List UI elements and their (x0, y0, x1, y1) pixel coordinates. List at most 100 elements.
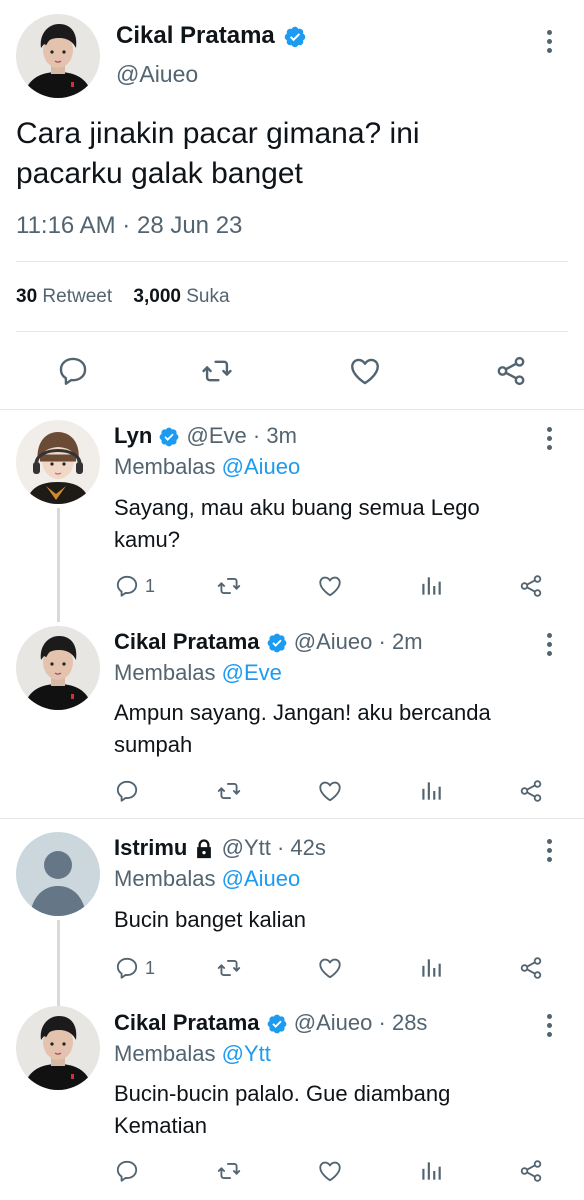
replying-prefix: Membalas (114, 454, 216, 479)
retweet-icon[interactable] (216, 778, 242, 804)
handle[interactable]: @Aiueo (116, 61, 198, 88)
avatar[interactable] (16, 626, 100, 710)
share-icon[interactable] (518, 573, 544, 599)
thread-line (57, 920, 60, 1006)
reply-icon[interactable] (114, 778, 140, 804)
reply-header: Cikal Pratama @Aiueo · 2m (114, 629, 423, 655)
reply-text-line: Ampun sayang. Jangan! aku bercanda (114, 700, 491, 725)
verified-badge-icon (266, 1013, 288, 1035)
display-name[interactable]: Lyn (114, 423, 152, 448)
reply-icon[interactable] (114, 955, 140, 981)
analytics-icon[interactable] (418, 1158, 444, 1184)
verified-badge-icon (158, 426, 180, 448)
reply-icon[interactable] (56, 354, 90, 388)
reply-header: Lyn @Eve · 3m (114, 423, 297, 449)
tweet-date: 28 Jun 23 (136, 212, 243, 239)
more-icon[interactable] (545, 839, 553, 865)
retweet-count: 30 (16, 286, 38, 307)
replying-prefix: Membalas (114, 866, 216, 891)
replying-prefix: Membalas (114, 1041, 216, 1066)
share-icon[interactable] (518, 778, 544, 804)
mention-link[interactable]: @Ytt (222, 1041, 271, 1066)
mention-link[interactable]: @Eve (222, 660, 282, 685)
retweet-icon[interactable] (216, 955, 242, 981)
reply-text-line: Kematian (114, 1113, 207, 1138)
share-icon[interactable] (494, 354, 528, 388)
author-line: Cikal Pratama (116, 22, 307, 50)
divider (16, 331, 568, 332)
replying-to: Membalas @Ytt (114, 1041, 271, 1067)
lock-icon (193, 838, 215, 860)
tweet-text-line: pacarku galak banget (16, 157, 303, 190)
retweet-icon[interactable] (216, 1158, 242, 1184)
reply-time: · 2m (378, 629, 423, 654)
tweet-text-line: Cara jinakin pacar gimana? ini (16, 117, 420, 150)
avatar[interactable] (16, 1006, 100, 1090)
more-icon[interactable] (545, 427, 553, 453)
engagement-stats: 30 Retweet 3,000 Suka (16, 286, 230, 308)
verified-badge-icon (266, 632, 288, 654)
reply-time: · 28s (378, 1010, 428, 1035)
replying-to: Membalas @Aiueo (114, 454, 300, 480)
share-icon[interactable] (518, 955, 544, 981)
reply-header: Istrimu @Ytt · 42s (114, 835, 326, 861)
reply-header: Cikal Pratama @Aiueo · 28s (114, 1010, 427, 1036)
reply-count: 1 (145, 576, 156, 596)
retweet-icon[interactable] (216, 573, 242, 599)
avatar[interactable] (16, 832, 100, 916)
reply-text-line: kamu? (114, 527, 181, 552)
display-name[interactable]: Cikal Pratama (116, 22, 275, 49)
analytics-icon[interactable] (418, 955, 444, 981)
mention-link[interactable]: @Aiueo (222, 454, 301, 479)
retweet-stat[interactable]: 30 Retweet (16, 286, 112, 307)
avatar[interactable] (16, 14, 100, 98)
reply-icon[interactable] (114, 1158, 140, 1184)
timestamp[interactable]: 11:16 AM · 28 Jun 23 (16, 212, 242, 240)
retweet-label: Retweet (42, 286, 113, 307)
display-name[interactable]: Istrimu (114, 835, 187, 860)
reply-time: · 42s (276, 835, 326, 860)
reply-text-line: Bucin banget kalian (114, 907, 307, 932)
reply-text-line: sumpah (114, 732, 193, 757)
reply-text-line: Sayang, mau aku buang semua Lego (114, 495, 480, 520)
thread-line (57, 508, 60, 622)
analytics-icon[interactable] (418, 573, 444, 599)
display-name[interactable]: Cikal Pratama (114, 629, 260, 654)
handle[interactable]: @Eve (187, 423, 247, 448)
replying-to: Membalas @Eve (114, 660, 282, 686)
reply-text-line: Bucin-bucin palalo. Gue diambang (114, 1081, 451, 1106)
avatar[interactable] (16, 420, 100, 504)
analytics-icon[interactable] (418, 778, 444, 804)
reply-text: Ampun sayang. Jangan! aku bercanda sumpa… (114, 697, 574, 761)
reply-text: Bucin banget kalian (114, 904, 574, 936)
more-icon[interactable] (545, 633, 553, 659)
reply-text: Sayang, mau aku buang semua Lego kamu? (114, 492, 574, 556)
handle[interactable]: @Aiueo (294, 629, 373, 654)
more-icon[interactable] (545, 1014, 553, 1040)
reply-icon[interactable] (114, 573, 140, 599)
handle[interactable]: @Aiueo (294, 1010, 373, 1035)
separator: · (122, 212, 131, 239)
like-icon[interactable] (317, 1158, 343, 1184)
share-icon[interactable] (518, 1158, 544, 1184)
replying-prefix: Membalas (114, 660, 216, 685)
mention-link[interactable]: @Aiueo (222, 866, 301, 891)
verified-badge-icon (283, 25, 307, 49)
replying-to: Membalas @Aiueo (114, 866, 300, 892)
handle[interactable]: @Ytt (222, 835, 271, 860)
like-icon[interactable] (348, 354, 382, 388)
tweet-time: 11:16 AM (16, 212, 116, 239)
tweet-text: Cara jinakin pacar gimana? ini pacarku g… (16, 114, 576, 194)
like-icon[interactable] (317, 778, 343, 804)
like-icon[interactable] (317, 573, 343, 599)
reply-time: · 3m (252, 423, 297, 448)
retweet-icon[interactable] (200, 354, 234, 388)
like-stat[interactable]: 3,000 Suka (133, 286, 229, 307)
like-count: 3,000 (133, 286, 181, 307)
divider (0, 409, 584, 410)
divider (0, 818, 584, 819)
more-icon[interactable] (545, 30, 553, 56)
display-name[interactable]: Cikal Pratama (114, 1010, 260, 1035)
like-icon[interactable] (317, 955, 343, 981)
divider (16, 261, 568, 262)
